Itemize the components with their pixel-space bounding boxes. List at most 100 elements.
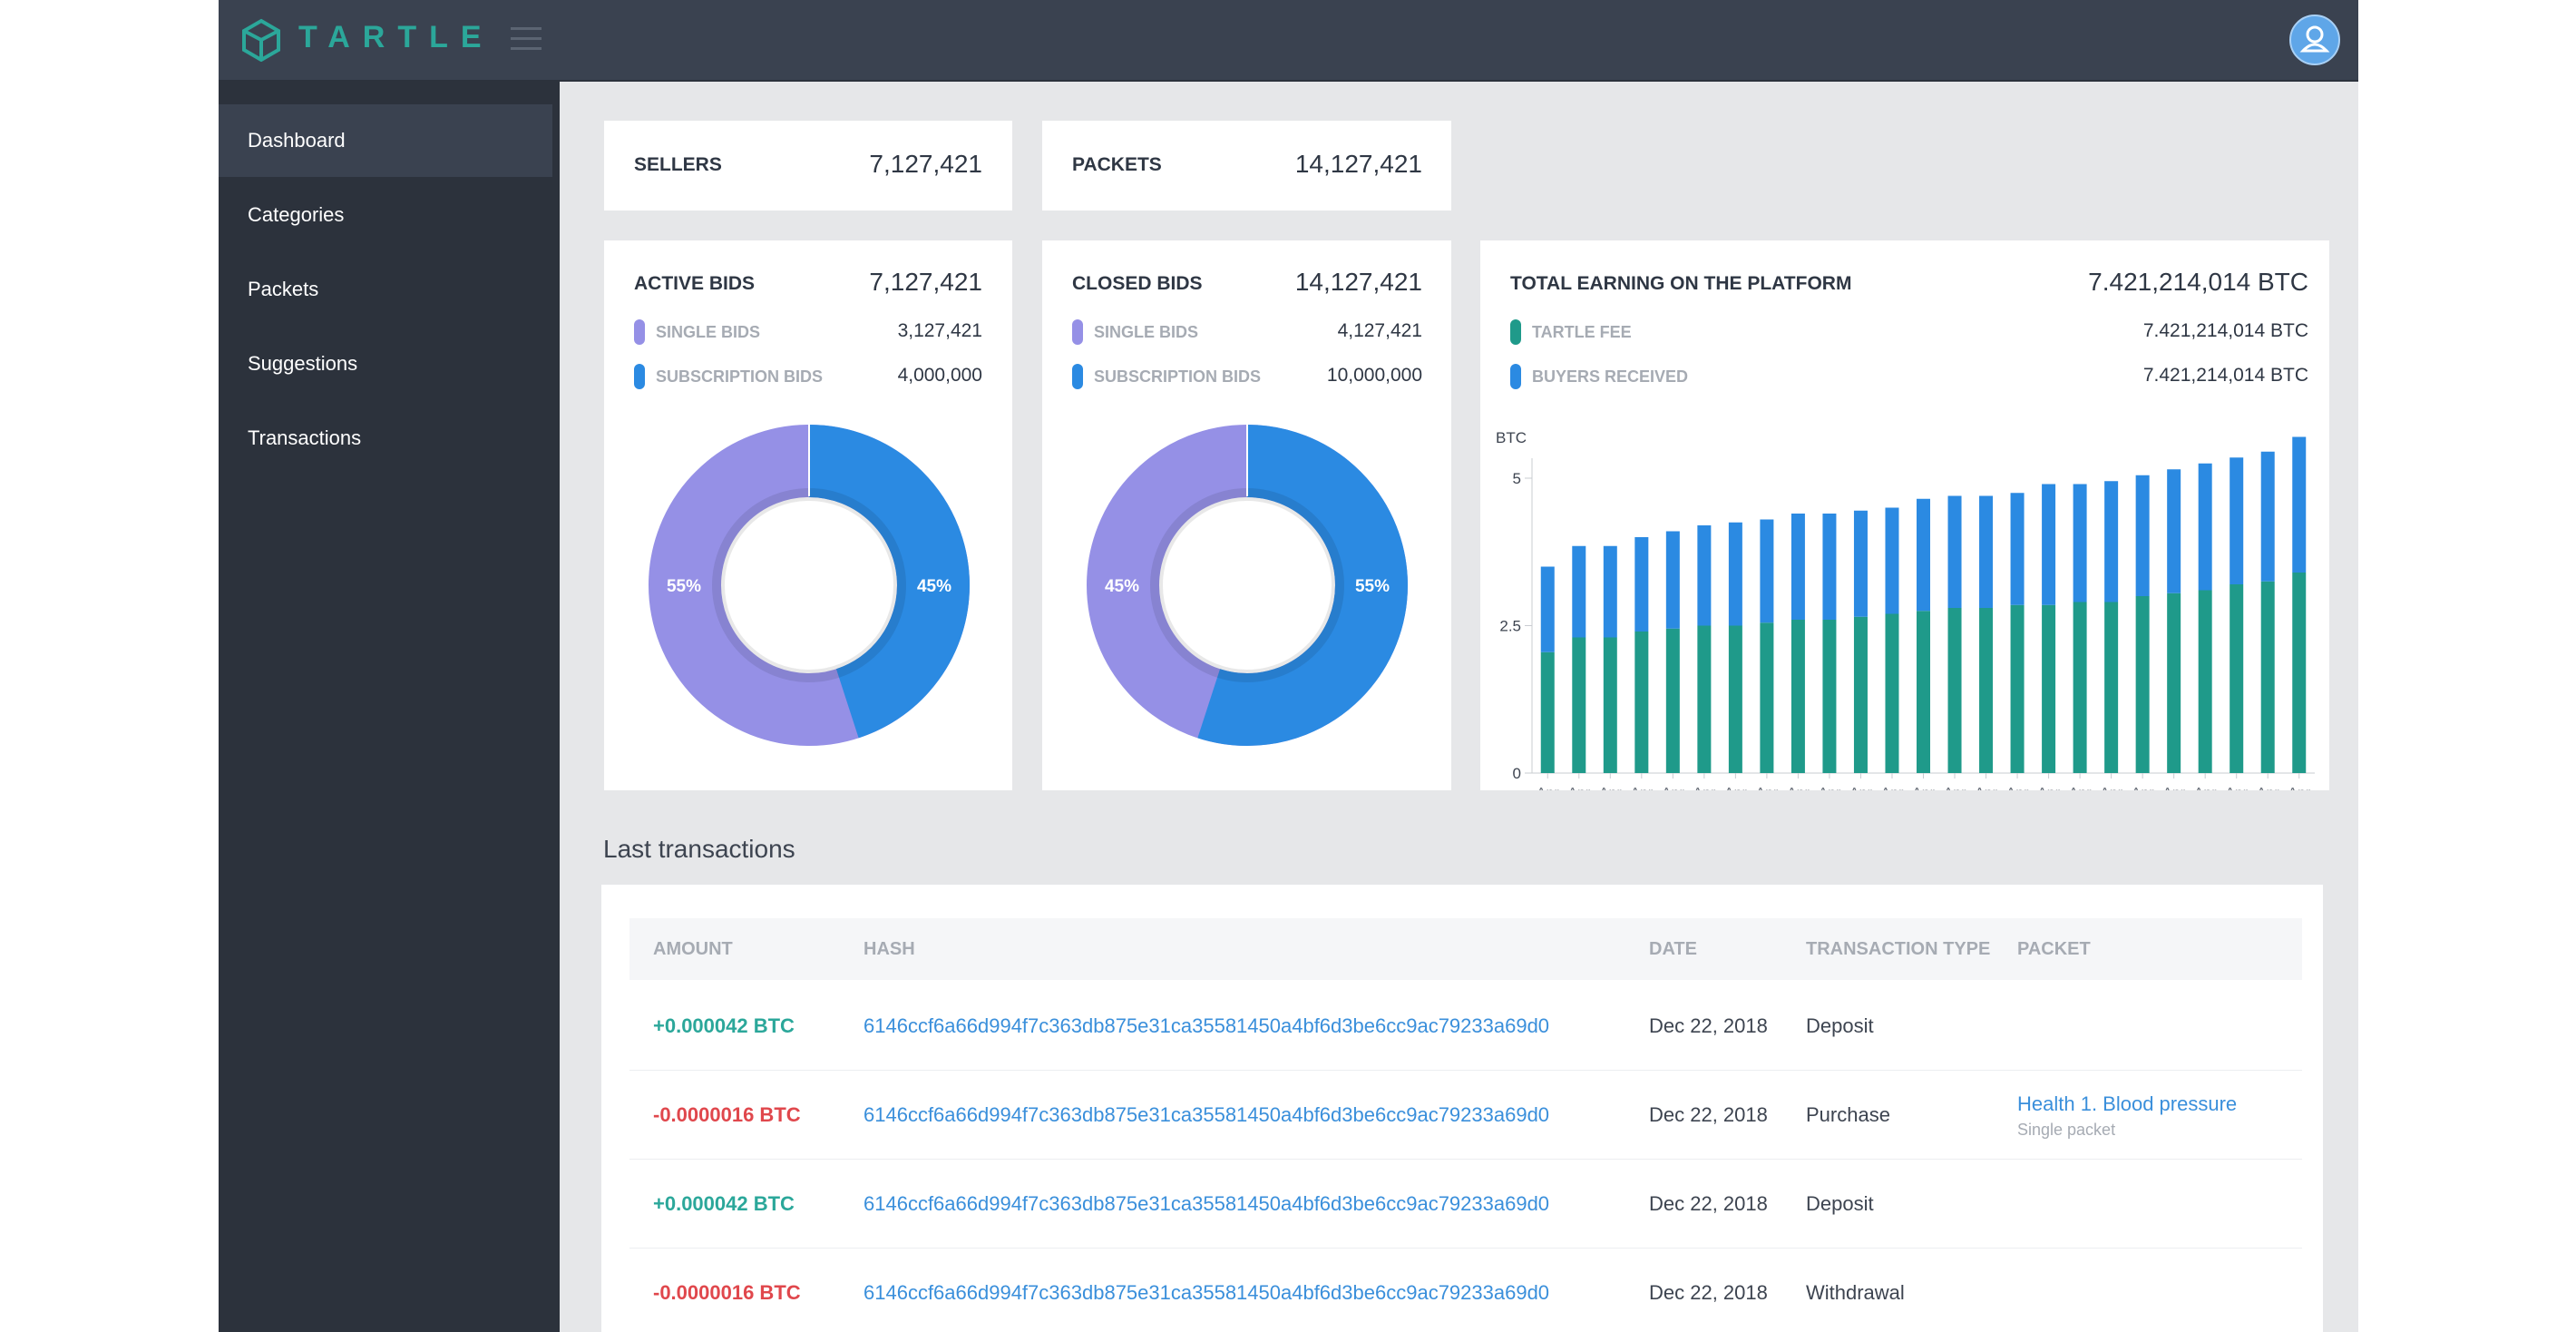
bar-buyers-received[interactable] bbox=[2042, 484, 2056, 605]
column-date[interactable]: DATE bbox=[1649, 918, 1697, 980]
x-tick-label-month: Apr bbox=[2194, 786, 2218, 790]
bar-tartle-fee[interactable] bbox=[2167, 593, 2181, 773]
bar-tartle-fee[interactable] bbox=[1572, 637, 1586, 774]
bar-tartle-fee[interactable] bbox=[2104, 602, 2119, 774]
hash-link[interactable]: 6146ccf6a66d994f7c363db875e31ca35581450a… bbox=[864, 1192, 1549, 1216]
user-avatar[interactable] bbox=[2289, 15, 2340, 65]
bar-buyers-received[interactable] bbox=[2230, 457, 2244, 584]
bar-buyers-received[interactable] bbox=[1665, 531, 1680, 629]
single-bids-value: 3,127,421 bbox=[897, 320, 982, 341]
x-tick-label-month: Apr bbox=[1975, 786, 1998, 790]
table-header: AMOUNT HASH DATE TRANSACTION TYPE PACKET bbox=[629, 918, 2302, 980]
bar-buyers-received[interactable] bbox=[1822, 514, 1837, 620]
amount-cell: +0.000042 BTC bbox=[653, 1192, 795, 1215]
bar-tartle-fee[interactable] bbox=[2010, 604, 2025, 773]
bar-tartle-fee[interactable] bbox=[1728, 625, 1742, 774]
table-row[interactable]: -0.0000016 BTC 6146ccf6a66d994f7c363db87… bbox=[629, 1070, 2302, 1160]
bar-buyers-received[interactable] bbox=[1572, 545, 1586, 638]
bar-tartle-fee[interactable] bbox=[1634, 632, 1649, 773]
bar-tartle-fee[interactable] bbox=[1885, 613, 1899, 774]
bar-buyers-received[interactable] bbox=[1885, 507, 1899, 614]
sidebar-item-transactions[interactable]: Transactions bbox=[219, 402, 552, 475]
x-tick-label-month: Apr bbox=[1818, 786, 1841, 790]
column-transaction-type[interactable]: TRANSACTION TYPE bbox=[1806, 918, 1990, 980]
bar-buyers-received[interactable] bbox=[2198, 463, 2212, 591]
sidebar-item-categories[interactable]: Categories bbox=[219, 179, 552, 251]
bar-tartle-fee[interactable] bbox=[2042, 604, 2056, 773]
bar-tartle-fee[interactable] bbox=[1822, 620, 1837, 773]
buyers-received-label: BUYERS RECEIVED bbox=[1532, 367, 1689, 386]
transactions-table: AMOUNT HASH DATE TRANSACTION TYPE PACKET… bbox=[601, 885, 2323, 1332]
hash-link[interactable]: 6146ccf6a66d994f7c363db875e31ca35581450a… bbox=[864, 1014, 1549, 1038]
x-tick-label-month: Apr bbox=[2162, 786, 2186, 790]
x-tick-label-month: Apr bbox=[2069, 786, 2093, 790]
table-row[interactable]: +0.000042 BTC 6146ccf6a66d994f7c363db875… bbox=[629, 1159, 2302, 1249]
logo-text[interactable]: TARTLE bbox=[298, 20, 494, 55]
bar-buyers-received[interactable] bbox=[2292, 436, 2307, 573]
bar-buyers-received[interactable] bbox=[1540, 566, 1555, 652]
bar-tartle-fee[interactable] bbox=[1917, 611, 1930, 773]
earnings-title: TOTAL EARNING ON THE PLATFORM bbox=[1510, 273, 1852, 294]
column-hash[interactable]: HASH bbox=[864, 918, 915, 980]
bar-buyers-received[interactable] bbox=[1603, 545, 1617, 638]
bar-tartle-fee[interactable] bbox=[2135, 596, 2150, 773]
bar-tartle-fee[interactable] bbox=[2073, 602, 2087, 774]
y-tick-label: 5 bbox=[1513, 470, 1521, 487]
bar-buyers-received[interactable] bbox=[1791, 514, 1805, 620]
bar-tartle-fee[interactable] bbox=[1760, 622, 1774, 773]
x-tick-label-month: Apr bbox=[1599, 786, 1623, 790]
bar-buyers-received[interactable] bbox=[2260, 451, 2275, 582]
buyers-received-value: 7.421,214,014 BTC bbox=[2142, 365, 2308, 386]
bar-tartle-fee[interactable] bbox=[1665, 628, 1680, 773]
packet-link[interactable]: Health 1. Blood pressure bbox=[2017, 1092, 2237, 1116]
single-bids-percent: 55% bbox=[667, 577, 701, 596]
bar-buyers-received[interactable] bbox=[2167, 469, 2181, 593]
menu-toggle-icon[interactable] bbox=[511, 27, 542, 53]
active-bids-title: ACTIVE BIDS bbox=[634, 273, 756, 294]
bar-tartle-fee[interactable] bbox=[1853, 616, 1868, 773]
bar-buyers-received[interactable] bbox=[1853, 510, 1868, 617]
column-packet[interactable]: PACKET bbox=[2017, 918, 2091, 980]
sidebar-item-dashboard[interactable]: Dashboard bbox=[219, 104, 552, 177]
single-bids-label: SINGLE BIDS bbox=[656, 323, 761, 341]
app-window: TARTLE Dashboard Categories Packets Sugg… bbox=[219, 0, 2358, 1332]
closed-bids-donut-chart: 45% 55% bbox=[1087, 424, 1408, 746]
bar-buyers-received[interactable] bbox=[1760, 519, 1774, 623]
hash-link[interactable]: 6146ccf6a66d994f7c363db875e31ca35581450a… bbox=[864, 1103, 1549, 1127]
user-icon bbox=[2299, 25, 2330, 53]
sidebar-item-suggestions[interactable]: Suggestions bbox=[219, 328, 552, 400]
bar-tartle-fee[interactable] bbox=[1540, 651, 1555, 773]
bar-buyers-received[interactable] bbox=[1697, 525, 1712, 626]
closed-bids-title: CLOSED BIDS bbox=[1072, 273, 1203, 294]
column-amount[interactable]: AMOUNT bbox=[653, 918, 733, 980]
bar-buyers-received[interactable] bbox=[2010, 493, 2025, 605]
bar-tartle-fee[interactable] bbox=[2198, 590, 2212, 774]
bar-buyers-received[interactable] bbox=[2135, 475, 2150, 596]
bar-buyers-received[interactable] bbox=[1947, 495, 1962, 609]
bar-buyers-received[interactable] bbox=[1917, 498, 1930, 612]
bar-tartle-fee[interactable] bbox=[2292, 573, 2307, 773]
bar-tartle-fee[interactable] bbox=[1697, 625, 1712, 774]
bar-tartle-fee[interactable] bbox=[1979, 608, 1994, 773]
bar-buyers-received[interactable] bbox=[1728, 522, 1742, 626]
logo-icon[interactable] bbox=[240, 18, 282, 62]
bar-tartle-fee[interactable] bbox=[1791, 620, 1805, 773]
bar-buyers-received[interactable] bbox=[2104, 481, 2119, 602]
bar-buyers-received[interactable] bbox=[2073, 484, 2087, 602]
single-bids-percent: 45% bbox=[1105, 577, 1139, 596]
bar-tartle-fee[interactable] bbox=[2260, 581, 2275, 773]
table-row[interactable]: +0.000042 BTC 6146ccf6a66d994f7c363db875… bbox=[629, 981, 2302, 1071]
bar-tartle-fee[interactable] bbox=[1603, 637, 1617, 774]
transactions-title: Last transactions bbox=[603, 835, 795, 863]
bar-buyers-received[interactable] bbox=[1979, 495, 1994, 609]
table-row[interactable]: -0.0000016 BTC 6146ccf6a66d994f7c363db87… bbox=[629, 1248, 2302, 1332]
sidebar: Dashboard Categories Packets Suggestions… bbox=[219, 82, 560, 1332]
bar-tartle-fee[interactable] bbox=[1947, 608, 1962, 773]
hash-link[interactable]: 6146ccf6a66d994f7c363db875e31ca35581450a… bbox=[864, 1281, 1549, 1305]
x-tick-label-month: Apr bbox=[2132, 786, 2155, 790]
bar-buyers-received[interactable] bbox=[1634, 537, 1649, 632]
bar-tartle-fee[interactable] bbox=[2230, 584, 2244, 773]
sidebar-item-packets[interactable]: Packets bbox=[219, 253, 552, 326]
sellers-card: SELLERS 7,127,421 bbox=[604, 121, 1012, 211]
type-cell: Purchase bbox=[1806, 1103, 1890, 1126]
